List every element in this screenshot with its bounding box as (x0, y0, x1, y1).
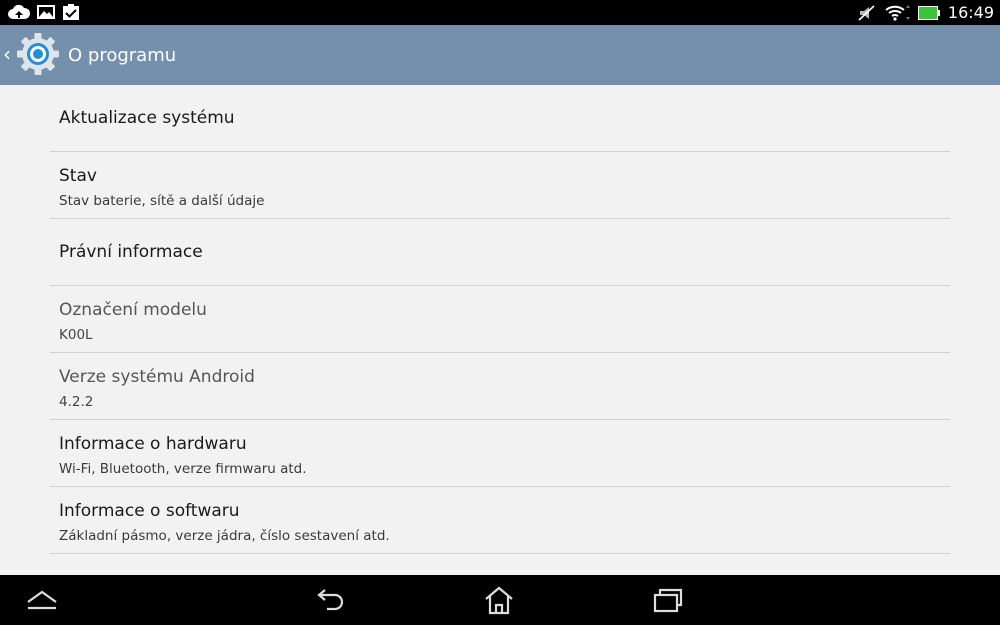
image-icon (37, 5, 55, 19)
list-item-android-version: Verze systému Android 4.2.2 (50, 353, 950, 420)
wifi-icon (885, 4, 910, 21)
settings-gear-icon[interactable] (14, 30, 62, 78)
notification-icons (8, 3, 80, 21)
status-bar: 16:49 (0, 0, 1000, 25)
list-item-subtitle: Wi-Fi, Bluetooth, verze firmwaru atd. (59, 461, 307, 477)
list-item-title: Právní informace (59, 242, 203, 262)
action-bar: ‹ O programu (0, 25, 1000, 85)
clock: 16:49 (947, 3, 994, 22)
page-title: O programu (68, 45, 177, 66)
cloud-upload-icon (8, 4, 30, 19)
list-item-title: Stav (59, 166, 97, 186)
list-item-title: Verze systému Android (59, 367, 255, 387)
recent-apps-icon (653, 588, 683, 613)
list-item-subtitle: Stav baterie, sítě a další údaje (59, 193, 265, 209)
list-item-subtitle: K00L (59, 327, 93, 343)
list-item-subtitle: 4.2.2 (59, 394, 94, 410)
list-item-hardware-info[interactable]: Informace o hardwaru Wi-Fi, Bluetooth, v… (50, 420, 950, 487)
list-item-title: Informace o softwaru (59, 501, 240, 521)
list-item-system-update[interactable]: Aktualizace systému (50, 85, 950, 152)
list-item-legal-info[interactable]: Právní informace (50, 219, 950, 286)
list-item-title: Informace o hardwaru (59, 434, 247, 454)
system-status-icons: 16:49 (858, 0, 994, 25)
mute-icon (858, 4, 875, 21)
home-icon (485, 586, 513, 615)
menu-up-icon (27, 590, 57, 610)
battery-icon (917, 5, 940, 20)
list-item-model-number: Označení modelu K00L (50, 286, 950, 353)
home-button[interactable] (479, 583, 519, 617)
up-navigation-chevron-icon[interactable]: ‹ (3, 44, 11, 64)
back-icon (317, 589, 344, 611)
list-item-subtitle: Základní pásmo, verze jádra, číslo sesta… (59, 528, 390, 544)
list-item-software-info[interactable]: Informace o softwaru Základní pásmo, ver… (50, 487, 950, 554)
menu-up-button[interactable] (22, 583, 62, 617)
settings-list: Aktualizace systému Stav Stav baterie, s… (50, 85, 950, 554)
navigation-bar (0, 575, 1000, 625)
list-item-status[interactable]: Stav Stav baterie, sítě a další údaje (50, 152, 950, 219)
clipboard-check-icon (63, 4, 79, 20)
list-item-title: Označení modelu (59, 300, 207, 320)
list-item-title: Aktualizace systému (59, 108, 235, 128)
back-button[interactable] (311, 583, 351, 617)
recent-apps-button[interactable] (648, 583, 688, 617)
